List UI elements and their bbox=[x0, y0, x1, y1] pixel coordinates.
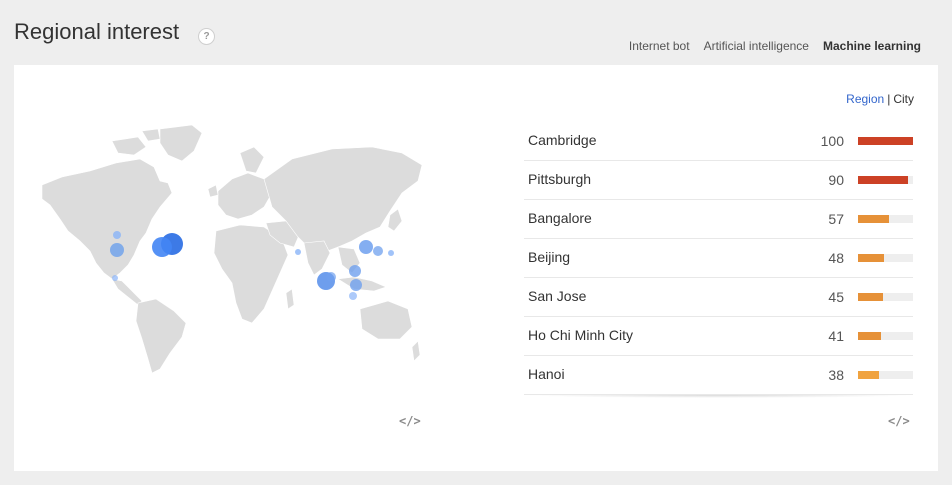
interest-bar bbox=[858, 215, 913, 223]
list-item-name: San Jose bbox=[528, 288, 587, 304]
list-item-value: 57 bbox=[828, 211, 844, 227]
list-item[interactable]: Hanoi 38 bbox=[524, 356, 913, 395]
tab-internet-bot[interactable]: Internet bot bbox=[622, 37, 697, 67]
interest-bar bbox=[858, 371, 913, 379]
tab-bar: Internet bot Artificial intelligence Mac… bbox=[622, 37, 928, 67]
list-item[interactable]: Bangalore 57 bbox=[524, 200, 913, 239]
list-item-value: 48 bbox=[828, 250, 844, 266]
list-item-value: 38 bbox=[828, 367, 844, 383]
region-city-toggle: Region | City bbox=[846, 92, 914, 106]
interest-bar-fill bbox=[858, 371, 879, 379]
interest-bar-fill bbox=[858, 332, 881, 340]
interest-bar bbox=[858, 137, 913, 145]
list-item-name: Cambridge bbox=[528, 132, 597, 148]
list-item-name: Pittsburgh bbox=[528, 171, 592, 187]
list-item[interactable]: San Jose 45 bbox=[524, 278, 913, 317]
interest-bar bbox=[858, 254, 913, 262]
list-embed-icon[interactable]: </> bbox=[888, 414, 910, 428]
interest-bar bbox=[858, 332, 913, 340]
map-embed-icon[interactable]: </> bbox=[399, 414, 421, 428]
list-item[interactable]: Ho Chi Minh City 41 bbox=[524, 317, 913, 356]
toggle-separator: | bbox=[887, 92, 891, 106]
list-item-name: Bangalore bbox=[528, 210, 592, 226]
interest-bar bbox=[858, 176, 913, 184]
list-divider bbox=[524, 395, 913, 398]
region-list: Cambridge 100 Pittsburgh 90 Bangalore 57… bbox=[524, 122, 913, 395]
list-item-name: Hanoi bbox=[528, 366, 565, 382]
region-link[interactable]: Region bbox=[846, 92, 884, 106]
interest-bar-fill bbox=[858, 215, 890, 223]
page-title: Regional interest bbox=[14, 19, 180, 44]
list-item-name: Beijing bbox=[528, 249, 571, 265]
interest-bar-fill bbox=[858, 254, 885, 262]
list-item-value: 41 bbox=[828, 328, 844, 344]
interest-bar-fill bbox=[858, 293, 883, 301]
list-item[interactable]: Beijing 48 bbox=[524, 239, 913, 278]
list-item-value: 45 bbox=[828, 289, 844, 305]
list-item-name: Ho Chi Minh City bbox=[528, 327, 634, 343]
interest-bar bbox=[858, 293, 913, 301]
list-item[interactable]: Cambridge 100 bbox=[524, 122, 913, 161]
list-item[interactable]: Pittsburgh 90 bbox=[524, 161, 913, 200]
regional-interest-card: </> Region | City Cambridge 100 Pittsburgh… bbox=[14, 65, 938, 471]
city-link[interactable]: City bbox=[893, 92, 914, 106]
help-icon[interactable]: ? bbox=[198, 28, 215, 45]
world-map[interactable] bbox=[42, 123, 426, 373]
tab-artificial-intelligence[interactable]: Artificial intelligence bbox=[697, 37, 816, 67]
list-item-value: 90 bbox=[828, 172, 844, 188]
tab-machine-learning[interactable]: Machine learning bbox=[815, 37, 928, 67]
list-item-value: 100 bbox=[820, 133, 844, 149]
interest-bar-fill bbox=[858, 176, 908, 184]
interest-bar-fill bbox=[858, 137, 913, 145]
